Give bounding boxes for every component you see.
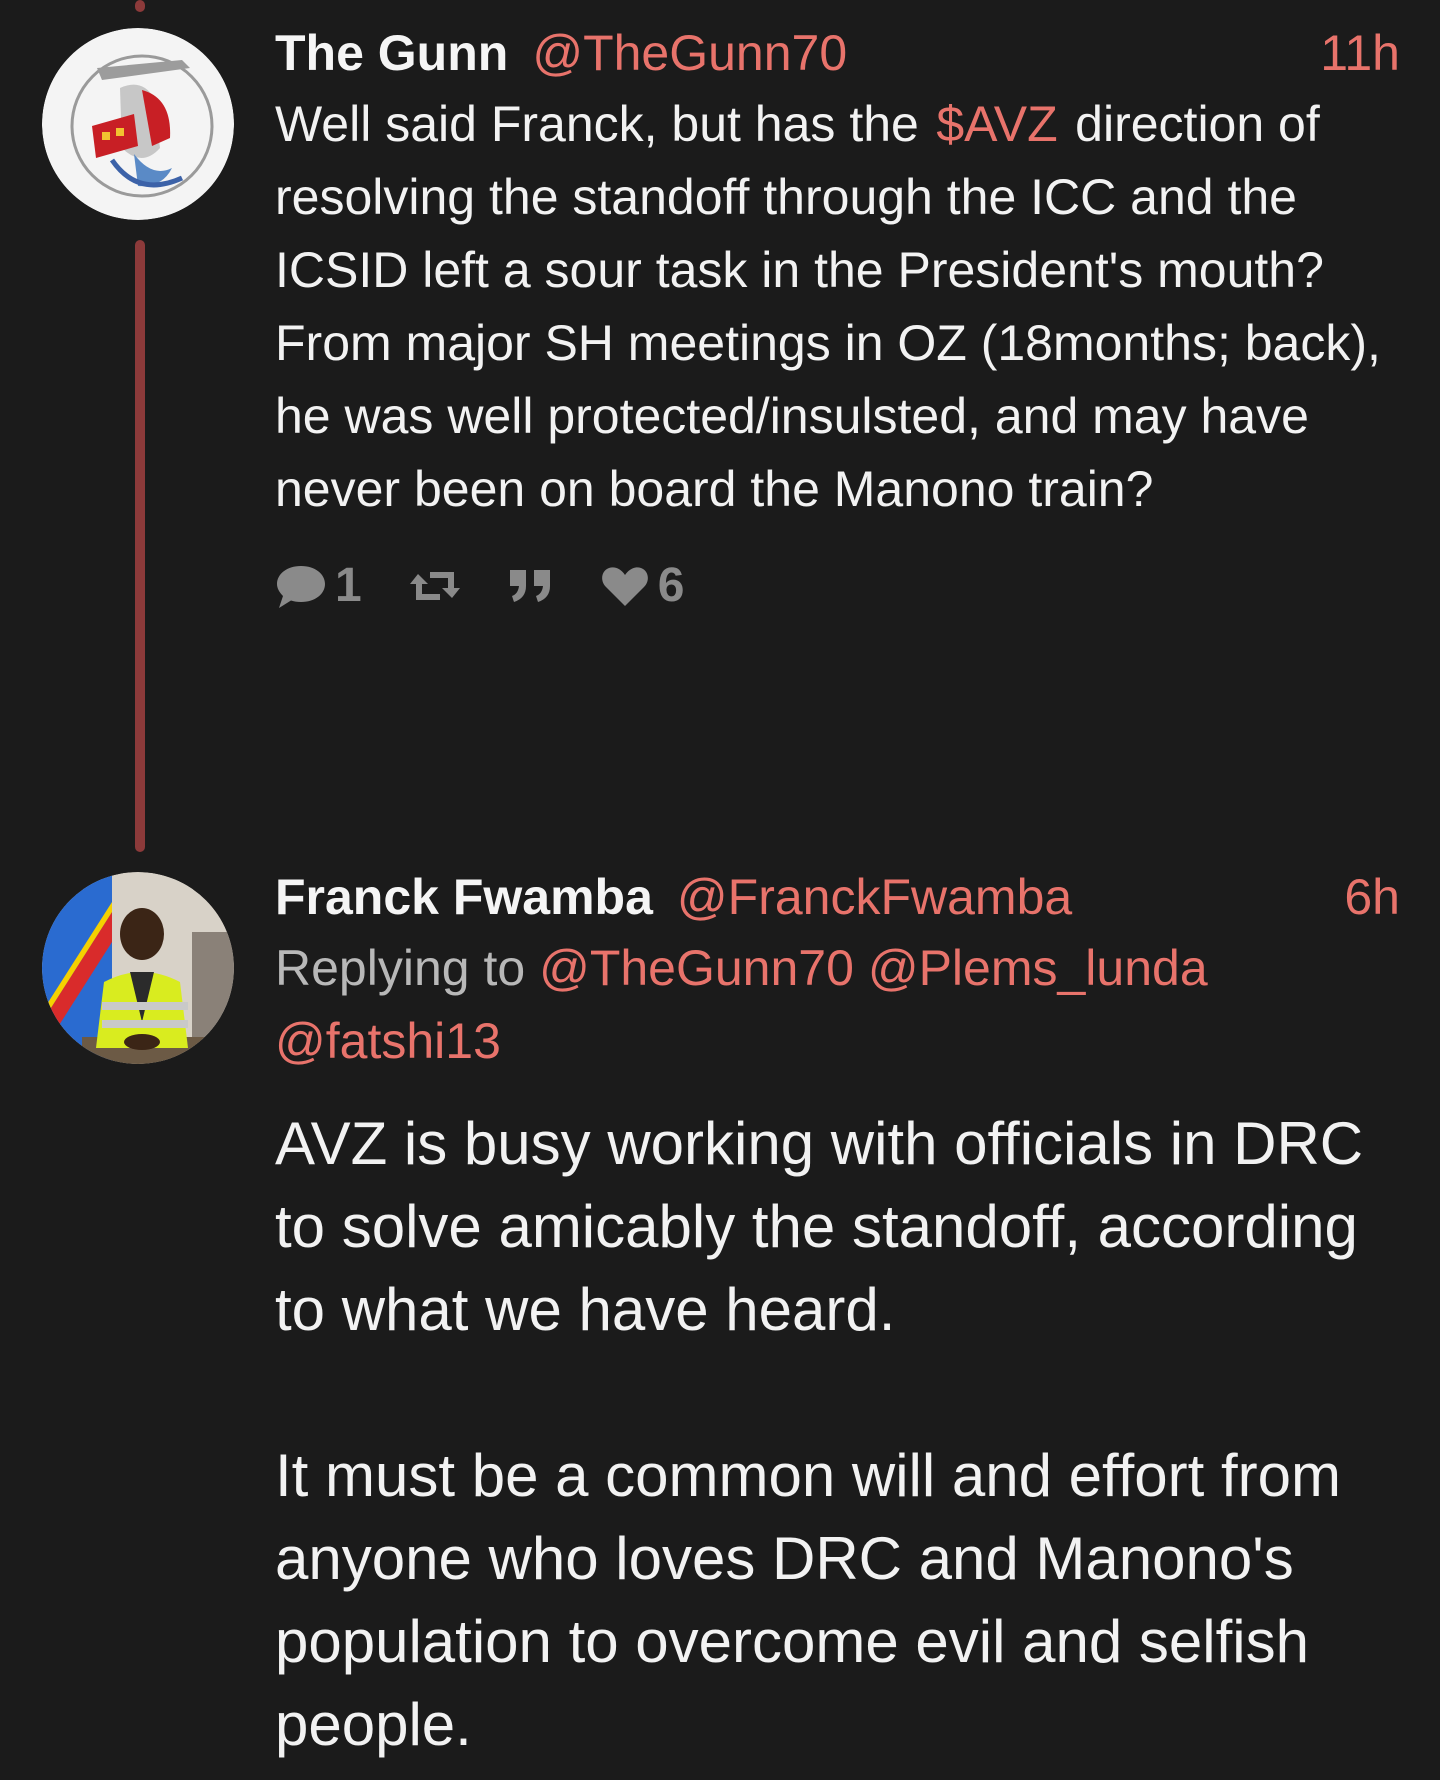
retweet-icon <box>409 571 460 600</box>
like-count: 6 <box>657 559 685 612</box>
display-name[interactable]: Franck Fwamba <box>275 862 653 932</box>
tweet-text: From major SH meetings in OZ (18months; … <box>275 315 1381 517</box>
retweet-button[interactable] <box>408 566 462 606</box>
tweet-paragraph: AVZ is busy working with officials in DR… <box>275 1110 1364 1343</box>
replying-to-label: Replying to <box>275 940 526 996</box>
quote-button[interactable] <box>508 566 554 606</box>
avatar[interactable] <box>42 28 234 220</box>
like-button[interactable]: 6 <box>600 558 685 613</box>
reply-bubble-icon <box>277 565 325 608</box>
thread-connector-top <box>135 0 145 12</box>
mention-link[interactable]: @fatshi13 <box>275 1013 501 1069</box>
cashtag-link[interactable]: $AVZ <box>936 96 1057 152</box>
reply-button[interactable]: 1 <box>275 558 362 613</box>
user-handle[interactable]: @FranckFwamba <box>677 862 1072 932</box>
tweet: The Gunn @TheGunn70 11h Well said Franck… <box>275 18 1400 613</box>
tweet: Franck Fwamba @FranckFwamba 6h Replying … <box>275 862 1400 1766</box>
timestamp[interactable]: 11h <box>1320 18 1400 88</box>
user-handle[interactable]: @TheGunn70 <box>532 18 847 88</box>
tweet-actions: 1 6 <box>275 558 1400 613</box>
tweet-header: Franck Fwamba @FranckFwamba 6h <box>275 862 1400 932</box>
timestamp[interactable]: 6h <box>1344 862 1400 932</box>
tweet-header: The Gunn @TheGunn70 11h <box>275 18 1400 88</box>
mention-link[interactable]: @Plems_lunda <box>868 940 1208 996</box>
display-name[interactable]: The Gunn <box>275 18 508 88</box>
thread-connector-line <box>135 240 145 852</box>
reply-count: 1 <box>335 559 362 612</box>
person-photo-avatar-icon <box>42 872 234 1064</box>
quote-icon <box>509 569 550 602</box>
tweet-text: Well said Franck, but has the <box>275 96 919 152</box>
knight-crest-avatar-icon <box>42 28 234 220</box>
tweet-paragraph: It must be a common will and effort from… <box>275 1442 1341 1758</box>
heart-icon <box>601 566 648 606</box>
tweet-body: Well said Franck, but has the $AVZ directi… <box>275 88 1400 526</box>
tweet-body: AVZ is busy working with officials in DR… <box>275 1102 1400 1766</box>
replying-to: Replying to @TheGunn70 @Plems_lunda @fat… <box>275 932 1400 1078</box>
mention-link[interactable]: @TheGunn70 <box>539 940 854 996</box>
avatar[interactable] <box>42 872 234 1064</box>
